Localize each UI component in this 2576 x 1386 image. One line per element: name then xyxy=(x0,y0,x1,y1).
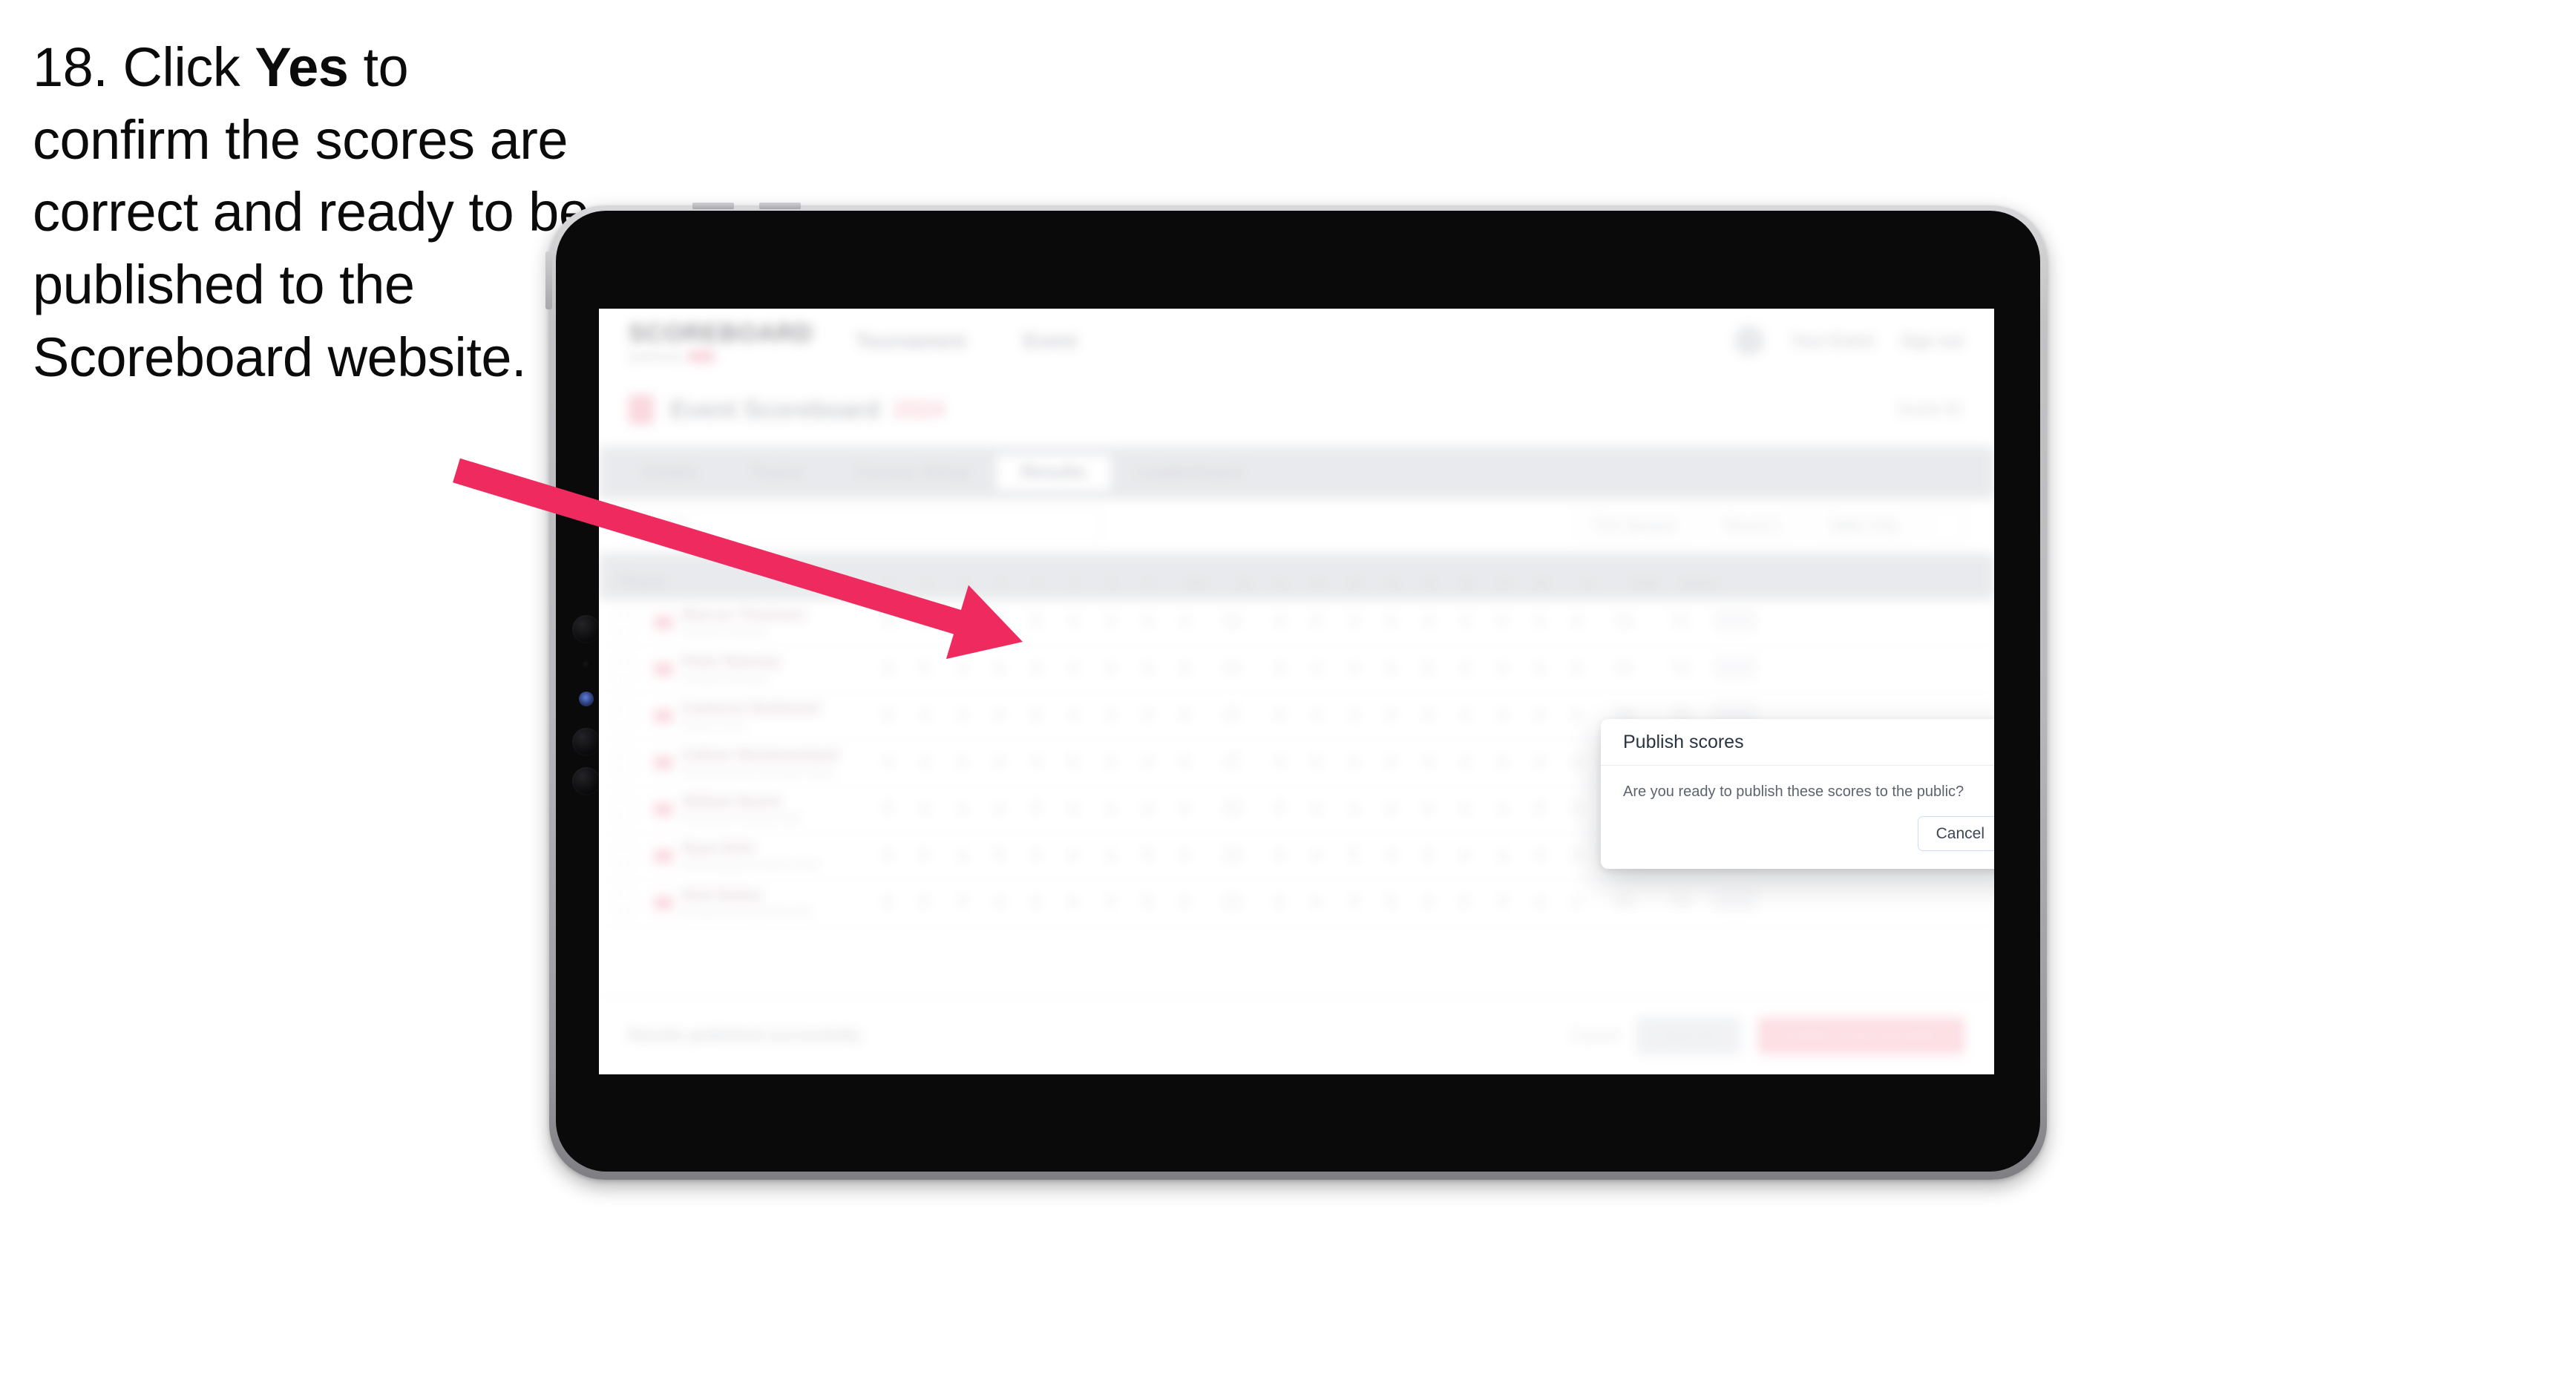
tablet-screen: SCOREBOARD powered by FR Tournament Even… xyxy=(599,309,1994,1074)
cancel-button[interactable]: Cancel xyxy=(1917,816,1994,851)
step-number: 18. xyxy=(33,36,108,98)
volume-down-button[interactable] xyxy=(759,203,801,209)
modal-header: Publish scores ✕ xyxy=(1601,719,1994,766)
tablet-device-mockup: SCOREBOARD powered by FR Tournament Even… xyxy=(545,203,2047,1180)
modal-actions: Cancel Yes xyxy=(1917,816,1994,851)
modal-overlay xyxy=(599,309,1994,1074)
power-button[interactable] xyxy=(545,252,552,309)
camera-lens-icon xyxy=(572,728,600,756)
volume-up-button[interactable] xyxy=(692,203,734,209)
flash-icon xyxy=(579,692,594,706)
modal-title: Publish scores xyxy=(1623,731,1744,752)
microphone-icon xyxy=(583,661,589,667)
tablet-body: SCOREBOARD powered by FR Tournament Even… xyxy=(556,211,2040,1172)
instruction-bold-word: Yes xyxy=(255,36,349,98)
instruction-text-before: Click xyxy=(122,36,240,98)
modal-body-text: Are you ready to publish these scores to… xyxy=(1623,784,1964,800)
camera-lens-icon xyxy=(572,767,600,795)
camera-lens-icon xyxy=(572,615,600,643)
publish-scores-modal: Publish scores ✕ Are you ready to publis… xyxy=(1601,719,1994,869)
instruction-text: 18. Click Yes to confirm the scores are … xyxy=(33,31,597,393)
